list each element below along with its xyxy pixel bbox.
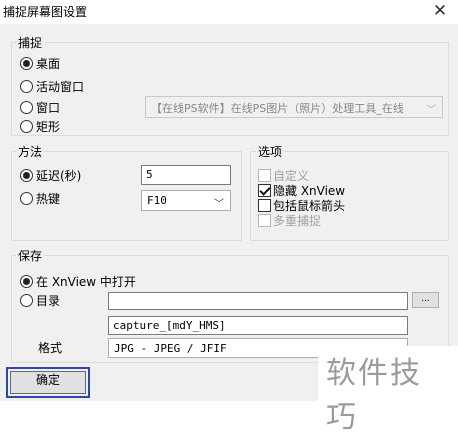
hotkey-select[interactable]: F10 ﹀ [141,190,231,211]
capture-window-radio[interactable] [20,101,33,114]
capture-active-window-label: 活动窗口 [36,80,85,94]
capture-group-legend: 捕捉 [16,34,45,51]
delay-radio[interactable] [20,169,33,182]
capture-window-label: 窗口 [36,101,61,115]
custom-checkbox[interactable] [258,169,271,182]
chevron-down-icon: ﹀ [426,105,436,116]
directory-label: 目录 [36,294,61,308]
hotkey-label: 热键 [36,192,61,206]
window-select[interactable]: 【在线PS软件】在线PS图片（照片）处理工具_在线 ﹀ [145,96,443,118]
close-icon: ✕ [432,1,448,21]
multi-capture-checkbox[interactable] [258,214,271,227]
browse-button[interactable]: ... [412,292,439,308]
hotkey-select-value: F10 [147,194,167,207]
include-cursor-checkbox[interactable] [258,199,271,212]
capture-active-window-radio[interactable] [20,80,33,93]
directory-input[interactable] [108,292,408,310]
ok-button-label: 确定 [10,371,86,394]
delay-label: 延迟(秒) [36,169,82,183]
capture-rectangle-radio[interactable] [20,120,33,133]
chevron-down-icon: ﹀ [214,199,224,210]
hide-xnview-checkbox[interactable] [258,184,271,197]
open-in-xnview-label: 在 XnView 中打开 [36,275,136,289]
delay-input[interactable]: 5 [141,165,231,185]
open-in-xnview-radio[interactable] [20,275,33,288]
dialog-title: 捕捉屏幕图设置 [3,5,88,19]
ok-button[interactable]: 确定 [6,367,90,398]
capture-desktop-radio[interactable] [20,57,33,70]
options-group-legend: 选项 [256,143,285,160]
directory-radio[interactable] [20,294,33,307]
capture-rectangle-label: 矩形 [36,120,61,134]
format-label: 格式 [38,341,63,355]
format-select-value: JPG - JPEG / JFIF [114,342,227,355]
hotkey-radio[interactable] [20,192,33,205]
capture-desktop-label: 桌面 [36,57,61,71]
multi-capture-label: 多重捕捉 [273,214,322,228]
filename-input[interactable]: capture_[mdY_HMS] [108,316,408,335]
window-select-value: 【在线PS软件】在线PS图片（照片）处理工具_在线 [151,102,404,115]
close-button[interactable]: ✕ [428,0,452,24]
save-group-legend: 保存 [16,247,45,264]
watermark-text: 软件技巧 [318,346,458,436]
method-group-legend: 方法 [16,143,45,160]
